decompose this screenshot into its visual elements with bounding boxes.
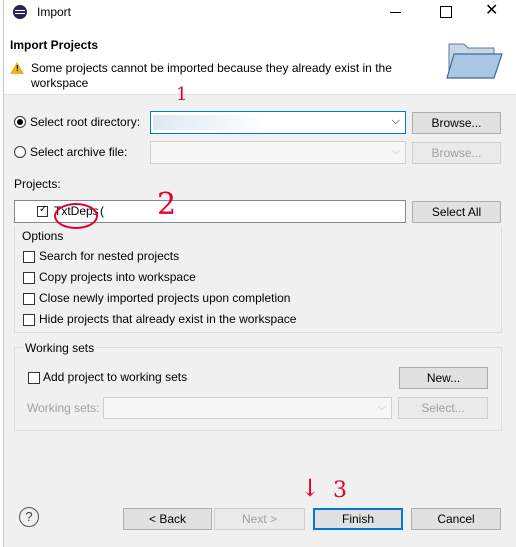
working-sets-combo[interactable]: ⌵ (103, 397, 392, 419)
next-button[interactable]: Next > (214, 508, 305, 530)
annotation-circle (54, 203, 98, 229)
add-to-working-sets-checkbox[interactable] (28, 372, 40, 384)
header-separator (4, 94, 516, 95)
close-projects-label: Close newly imported projects upon compl… (39, 291, 291, 305)
title-bar: Import ✕ (4, 0, 516, 26)
root-directory-radio[interactable] (14, 116, 26, 128)
close-icon[interactable]: ✕ (485, 3, 498, 19)
help-icon-glyph: ? (25, 509, 33, 524)
back-button[interactable]: < Back (123, 508, 212, 530)
copy-projects-label: Copy projects into workspace (39, 270, 196, 284)
nested-projects-checkbox[interactable] (23, 251, 35, 263)
folder-banner-icon (446, 36, 504, 84)
add-to-working-sets-label: Add project to working sets (43, 370, 188, 384)
window-title: Import (37, 5, 72, 19)
eclipse-logo-icon (13, 5, 27, 19)
annotation-number-3: 3 (333, 478, 347, 503)
archive-file-label: Select archive file: (30, 145, 128, 159)
root-directory-label: Select root directory: (30, 115, 141, 129)
projects-label: Projects: (14, 177, 61, 191)
chevron-down-icon: ⌵ (391, 145, 400, 157)
browse-archive-button[interactable]: Browse... (412, 142, 501, 164)
project-path: ( (100, 204, 104, 218)
chevron-down-icon[interactable]: ⌵ (392, 115, 400, 128)
warning-icon: ! (10, 62, 24, 74)
help-icon[interactable]: ? (19, 507, 39, 527)
warning-message: Some projects cannot be imported because… (31, 61, 392, 75)
archive-file-radio[interactable] (14, 146, 26, 158)
new-working-set-button[interactable]: New... (399, 367, 488, 389)
hide-projects-label: Hide projects that already exist in the … (39, 312, 297, 326)
warning-message-line2: workspace (31, 76, 89, 90)
cancel-button[interactable]: Cancel (411, 508, 501, 530)
project-checkbox[interactable]: ✓ (37, 204, 48, 217)
finish-button[interactable]: Finish (313, 508, 403, 530)
chevron-down-icon: ⌵ (377, 401, 386, 413)
working-sets-title: Working sets (23, 341, 97, 355)
select-working-sets-button[interactable]: Select... (398, 397, 488, 419)
options-title: Options (22, 229, 64, 243)
redacted-path-bar (153, 115, 323, 130)
hide-projects-checkbox[interactable] (23, 314, 35, 326)
nested-projects-label: Search for nested projects (39, 249, 180, 263)
annotation-number-1: 1 (176, 84, 188, 105)
root-directory-combo[interactable]: ⌵ (150, 111, 406, 134)
annotation-number-2: 2 (157, 187, 177, 222)
select-all-button[interactable]: Select All (412, 201, 501, 223)
minimize-icon[interactable] (390, 12, 401, 13)
maximize-icon[interactable] (440, 6, 452, 18)
working-sets-label: Working sets: (27, 401, 100, 415)
copy-projects-checkbox[interactable] (23, 272, 35, 284)
browse-root-button[interactable]: Browse... (412, 112, 501, 134)
annotation-arrow: ↓ (300, 474, 321, 502)
archive-file-combo[interactable]: ⌵ (150, 141, 406, 164)
close-projects-checkbox[interactable] (23, 293, 35, 305)
page-title: Import Projects (10, 38, 99, 52)
wizard-header: Import Projects ! Some projects cannot b… (4, 26, 516, 95)
